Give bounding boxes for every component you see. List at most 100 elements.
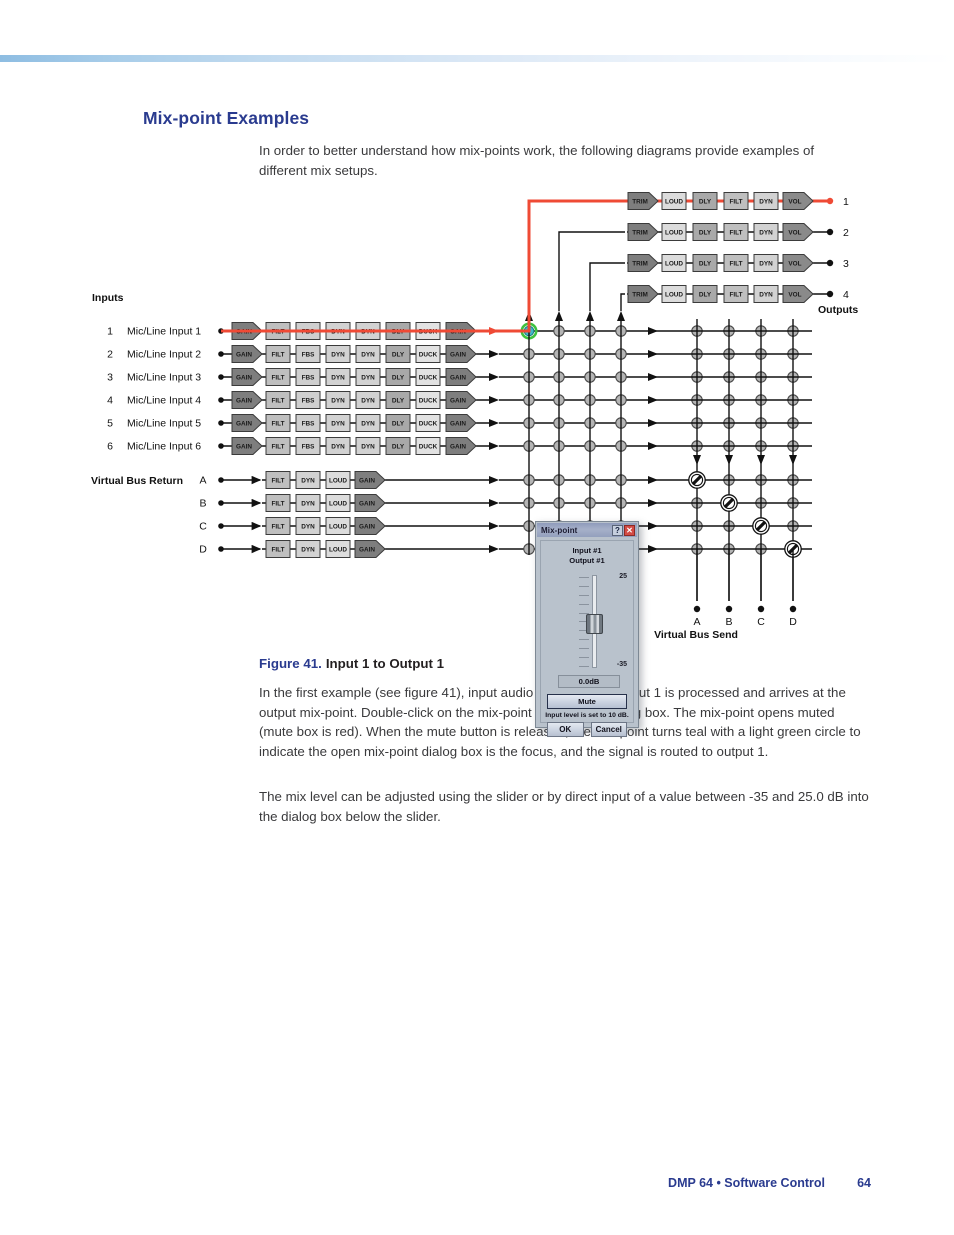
block-label: DLY (699, 292, 712, 299)
block-label: GAIN (450, 421, 466, 428)
block-label: DYN (301, 547, 315, 554)
output-feed-wire (589, 262, 625, 311)
bussend-terminal-dot (725, 605, 733, 613)
block-label: DUCK (419, 375, 438, 382)
block-label: DYN (361, 398, 375, 405)
block-label: GAIN (359, 547, 375, 554)
block-label: DYN (301, 501, 315, 508)
svg-text:Virtual Bus Return: Virtual Bus Return (91, 475, 183, 487)
return-row-label: A (199, 475, 206, 487)
block-label: DLY (392, 375, 405, 382)
input-row-label: Mic/Line Input 2 (127, 349, 201, 361)
block-label: FILT (729, 292, 742, 299)
block-label: GAIN (236, 398, 252, 405)
block-label: DYN (301, 478, 315, 485)
block-label: DUCK (419, 398, 438, 405)
block-label: DYN (301, 524, 315, 531)
cancel-button[interactable]: Cancel (590, 722, 627, 737)
block-label: GAIN (236, 375, 252, 382)
block-label: GAIN (359, 524, 375, 531)
block-label: FILT (271, 375, 284, 382)
block-label: GAIN (236, 421, 252, 428)
block-label: GAIN (359, 501, 375, 508)
block-label: GAIN (236, 352, 252, 359)
block-label: FILT (271, 524, 284, 531)
dialog-title: Mix-point (541, 525, 578, 535)
bussend-terminal-dot (757, 605, 765, 613)
block-label: FBS (302, 398, 316, 405)
bussend-column-arrow (789, 455, 797, 465)
return-arrowhead (489, 476, 499, 484)
input-row-label: Mic/Line Input 3 (127, 372, 201, 384)
block-label: DYN (331, 352, 345, 359)
svg-text:Virtual Bus Send: Virtual Bus Send (654, 629, 738, 641)
output-feed-wire (558, 231, 625, 311)
level-value-field[interactable]: 0.0dB (558, 675, 620, 688)
block-label: TRIM (632, 292, 648, 299)
matrix-row-arrow (648, 545, 658, 553)
output-row-number: 2 (843, 227, 849, 239)
block-label: FILT (271, 421, 284, 428)
help-icon[interactable]: ? (612, 524, 623, 536)
block-label: FILT (271, 444, 284, 451)
block-label: FILT (271, 501, 284, 508)
close-icon[interactable]: ✕ (624, 524, 635, 536)
dialog-titlebar[interactable]: Mix-point ? ✕ (537, 523, 637, 537)
matrix-row-arrow (648, 373, 658, 381)
block-label: DYN (361, 444, 375, 451)
slider-thumb[interactable] (586, 614, 603, 634)
block-label: LOUD (329, 501, 347, 508)
input-arrowhead (489, 396, 499, 404)
input-arrowhead (489, 350, 499, 358)
input-row-number: 6 (107, 441, 113, 453)
slider-min-label: -35 (616, 661, 627, 668)
return-arrowhead (489, 499, 499, 507)
block-label: FILT (729, 199, 742, 206)
matrix-row-arrow (648, 522, 658, 530)
level-slider[interactable]: 25 -35 (541, 573, 633, 670)
return-row-label: B (199, 498, 206, 510)
slider-max-label: 25 (619, 573, 627, 580)
input-arrowhead (489, 373, 499, 381)
block-label: FILT (271, 398, 284, 405)
matrix-row-arrow (648, 499, 658, 507)
block-label: LOUD (665, 230, 683, 237)
block-label: FILT (729, 230, 742, 237)
block-label: DUCK (419, 421, 438, 428)
block-label: DYN (759, 230, 773, 237)
block-label: GAIN (236, 444, 252, 451)
intro-paragraph: In order to better understand how mix-po… (259, 143, 815, 178)
input-row-label: Mic/Line Input 4 (127, 395, 201, 407)
mute-button[interactable]: Mute (547, 694, 627, 709)
block-label: TRIM (632, 261, 648, 268)
mixpoint-column-arrow (586, 311, 594, 321)
block-label: FBS (302, 421, 316, 428)
block-label: DYN (759, 261, 773, 268)
bussend-column-arrow (725, 455, 733, 465)
dialog-heading: Input #1 Output #1 (541, 546, 633, 565)
block-label: GAIN (359, 478, 375, 485)
header-gradient-rule (0, 55, 954, 62)
dialog-heading-input: Input #1 (572, 546, 602, 555)
block-label: LOUD (329, 547, 347, 554)
block-label: DLY (392, 421, 405, 428)
block-label: VOL (788, 292, 801, 299)
input-arrowhead (489, 419, 499, 427)
input-row-number: 2 (107, 349, 113, 361)
return-arrowhead (489, 522, 499, 530)
footer-title: DMP 64 • Software Control (668, 1176, 825, 1190)
block-label: LOUD (329, 478, 347, 485)
input-row-number: 4 (107, 395, 113, 407)
input-row-label: Mic/Line Input 1 (127, 326, 201, 338)
bussend-column-label: D (789, 616, 797, 628)
mixpoint-dialog[interactable]: Mix-point ? ✕ Input #1 Output #1 25 -35 (535, 521, 639, 737)
svg-text:Inputs: Inputs (92, 292, 124, 304)
output-terminal-dot (826, 259, 834, 267)
block-label: FILT (729, 261, 742, 268)
bussend-terminal-dot (789, 605, 797, 613)
input-row-number: 3 (107, 372, 113, 384)
matrix-row-arrow (648, 442, 658, 450)
block-label: DUCK (419, 444, 438, 451)
ok-button[interactable]: OK (547, 722, 584, 737)
block-label: VOL (788, 261, 801, 268)
